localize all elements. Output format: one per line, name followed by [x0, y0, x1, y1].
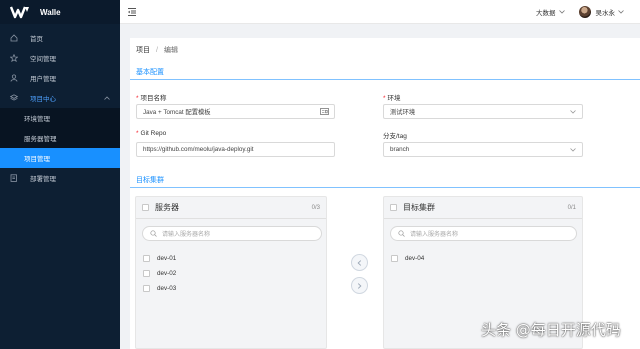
sidebar: Walle 首页 空间管理 用户管理 项目中心 环境管理 服务器管理 项目管理 …: [0, 0, 120, 349]
space-switcher[interactable]: 大数据: [536, 7, 565, 17]
list-item[interactable]: dev-01: [143, 251, 176, 266]
chevron-down-icon: [570, 110, 576, 114]
sidebar-item-deploy[interactable]: 部署管理: [0, 168, 120, 188]
user-icon: [10, 74, 18, 82]
deploy-icon: [10, 174, 18, 182]
id-card-icon: [320, 108, 329, 117]
sidebar-item-projects[interactable]: 项目管理: [0, 148, 120, 168]
space-name: 大数据: [536, 9, 556, 17]
git-repo-label: * Git Repo: [136, 130, 167, 137]
branch-label: 分支/tag: [383, 133, 407, 140]
move-right-button[interactable]: [351, 277, 368, 294]
project-name-label: * 项目名称: [136, 95, 167, 102]
sidebar-item-label: 部署管理: [30, 176, 56, 183]
sidebar-item-project-center[interactable]: 项目中心: [0, 88, 120, 108]
chevron-down-icon: [558, 9, 565, 14]
layers-icon: [10, 94, 18, 102]
list-item[interactable]: dev-03: [143, 281, 176, 296]
sidebar-item-label: 项目中心: [30, 96, 56, 103]
project-center-submenu: 环境管理 服务器管理 项目管理: [0, 108, 120, 168]
item-checkbox[interactable]: [391, 255, 398, 262]
item-checkbox[interactable]: [143, 285, 150, 292]
breadcrumb-separator: /: [156, 46, 158, 54]
user-name: 吴水永: [595, 9, 616, 17]
sidebar-item-home[interactable]: 首页: [0, 28, 120, 48]
panel-header: 服务器 0/3: [136, 197, 326, 219]
section-divider: [130, 79, 640, 80]
panel-title: 目标集群: [403, 203, 435, 212]
sidebar-item-label: 首页: [30, 36, 43, 43]
panel-title: 服务器: [155, 203, 179, 212]
user-menu[interactable]: 吴水永: [578, 5, 625, 18]
watermark: 头条 @每日开源代码: [481, 321, 621, 339]
item-checkbox[interactable]: [143, 270, 150, 277]
brand[interactable]: Walle: [0, 0, 120, 24]
chevron-down-icon: [618, 9, 624, 14]
search-icon: [150, 230, 157, 237]
breadcrumb-root[interactable]: 项目: [136, 45, 150, 55]
chevron-left-icon: [357, 259, 362, 266]
environment-label: * 环境: [383, 95, 401, 102]
chevron-down-icon: [570, 148, 576, 152]
list-item[interactable]: dev-02: [143, 266, 176, 281]
select-all-checkbox[interactable]: [390, 204, 397, 211]
sidebar-item-label: 服务器管理: [24, 136, 57, 143]
star-icon: [10, 54, 18, 62]
menu-fold-icon[interactable]: [127, 7, 137, 17]
app-name: Walle: [40, 7, 61, 17]
section-target-cluster: 目标集群: [136, 177, 164, 184]
breadcrumb: 项目 / 编辑: [136, 45, 178, 55]
sidebar-item-environments[interactable]: 环境管理: [0, 108, 120, 128]
git-repo-input[interactable]: https://github.com/meolu/java-deploy.git: [136, 142, 335, 157]
walle-logo-icon: [10, 6, 29, 19]
server-list: dev-01 dev-02 dev-03: [143, 251, 176, 296]
section-basic-config: 基本配置: [136, 69, 164, 76]
sidebar-item-servers[interactable]: 服务器管理: [0, 128, 120, 148]
chevron-up-icon: [104, 95, 110, 102]
branch-select[interactable]: branch: [383, 142, 583, 157]
avatar: [578, 5, 591, 18]
project-name-input[interactable]: Java + Tomcat 配置模板: [136, 104, 335, 119]
panel-header: 目标集群 0/1: [384, 197, 582, 219]
header-right: 大数据 吴水永: [536, 5, 625, 18]
target-list: dev-04: [391, 251, 424, 266]
selection-count: 0/1: [567, 204, 576, 211]
servers-panel: 服务器 0/3 请输入服务器名称 dev-01 dev-02 dev-03: [135, 196, 327, 349]
home-icon: [10, 34, 18, 42]
section-divider: [130, 187, 640, 188]
top-header: 大数据 吴水永: [120, 0, 640, 24]
server-search-input[interactable]: 请输入服务器名称: [142, 226, 322, 241]
sidebar-item-label: 环境管理: [24, 116, 50, 123]
target-search-input[interactable]: 请输入服务器名称: [390, 226, 577, 241]
chevron-right-icon: [357, 282, 362, 289]
list-item[interactable]: dev-04: [391, 251, 424, 266]
sidebar-menu: 首页 空间管理 用户管理 项目中心 环境管理 服务器管理 项目管理 部署管理: [0, 28, 120, 188]
select-all-checkbox[interactable]: [142, 204, 149, 211]
sidebar-item-space[interactable]: 空间管理: [0, 48, 120, 68]
search-icon: [398, 230, 405, 237]
item-checkbox[interactable]: [143, 255, 150, 262]
selection-count: 0/3: [311, 204, 320, 211]
sidebar-item-users[interactable]: 用户管理: [0, 68, 120, 88]
breadcrumb-current: 编辑: [163, 47, 178, 54]
move-left-button[interactable]: [351, 254, 368, 271]
sidebar-item-label: 用户管理: [30, 76, 56, 83]
sidebar-item-label: 项目管理: [24, 156, 50, 163]
sidebar-item-label: 空间管理: [30, 56, 56, 63]
environment-select[interactable]: 测试环境: [383, 104, 583, 119]
